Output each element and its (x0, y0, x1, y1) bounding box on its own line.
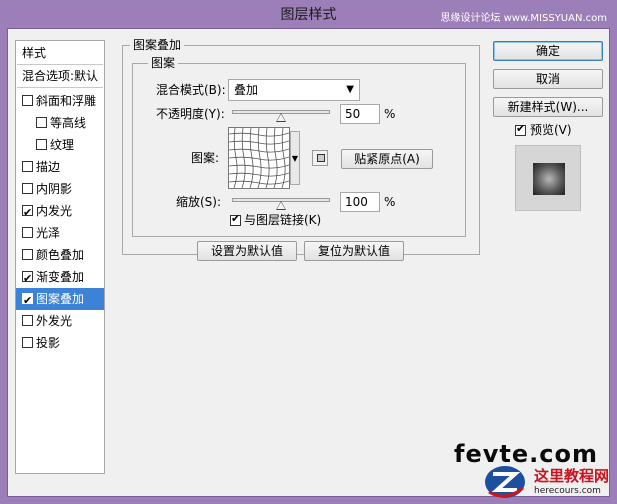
style-item-gradient-overlay[interactable]: 渐变叠加 (16, 266, 104, 288)
style-item-color-overlay[interactable]: 颜色叠加 (16, 244, 104, 266)
reset-default-button[interactable]: 复位为默认值 (304, 241, 404, 261)
pattern-overlay-title: 图案叠加 (130, 38, 185, 52)
title-bar[interactable]: 图层样式 思缘设计论坛 www.MISSYUAN.com (0, 0, 617, 28)
site-url-watermark: herecours.com (534, 486, 601, 496)
checkbox[interactable] (22, 315, 33, 326)
style-item-contour[interactable]: 等高线 (16, 112, 104, 134)
style-item-stroke[interactable]: 描边 (16, 156, 104, 178)
chevron-down-icon: ▼ (346, 84, 354, 95)
scale-slider-thumb[interactable] (276, 201, 286, 210)
checkbox[interactable] (22, 95, 33, 106)
pattern-dropdown-button[interactable]: ▼ (290, 131, 300, 185)
dialog-window: 图层样式 思缘设计论坛 www.MISSYUAN.com 样式 混合选项:默认 … (0, 0, 617, 504)
style-item-outer-glow[interactable]: 外发光 (16, 310, 104, 332)
style-item-inner-glow[interactable]: 内发光 (16, 200, 104, 222)
styles-header[interactable]: 样式 (16, 42, 104, 64)
style-item-pattern-overlay[interactable]: 图案叠加 (16, 288, 104, 310)
checkbox[interactable] (22, 337, 33, 348)
style-item-inner-shadow[interactable]: 内阴影 (16, 178, 104, 200)
blend-mode-label: 混合模式(B): (156, 83, 226, 97)
scale-percent-sign: % (384, 195, 396, 209)
cancel-button[interactable]: 取消 (493, 69, 603, 89)
checkbox[interactable] (22, 249, 33, 260)
pattern-preview-icon (229, 128, 289, 188)
checkbox-checked[interactable] (22, 202, 33, 222)
style-item-drop-shadow[interactable]: 投影 (16, 332, 104, 354)
checkbox[interactable] (22, 161, 33, 172)
new-style-button[interactable]: 新建样式(W)... (493, 97, 603, 117)
snap-origin-button[interactable]: 贴紧原点(A) (341, 149, 433, 169)
preview-label: 预览(V) (530, 123, 572, 137)
checkbox[interactable] (22, 183, 33, 194)
make-default-button[interactable]: 设置为默认值 (197, 241, 297, 261)
pattern-swatch[interactable] (228, 127, 290, 189)
site-cn-watermark: 这里教程网 (534, 467, 610, 485)
styles-list: 样式 混合选项:默认 斜面和浮雕 等高线 纹理 描边 内阴影 ✔ 内发光 光泽 … (15, 40, 105, 474)
checkbox-checked[interactable] (22, 290, 33, 310)
style-item-bevel-emboss[interactable]: 斜面和浮雕 (16, 90, 104, 112)
checkbox[interactable] (36, 117, 47, 128)
scale-input[interactable]: 100 (340, 192, 380, 212)
divider (17, 87, 103, 88)
ok-button[interactable]: 确定 (493, 41, 603, 61)
opacity-percent-sign: % (384, 107, 396, 121)
pattern-label: 图案: (191, 151, 220, 165)
new-preset-button[interactable] (312, 150, 328, 166)
pattern-group-title: 图案 (148, 56, 179, 70)
dialog-client: 样式 混合选项:默认 斜面和浮雕 等高线 纹理 描边 内阴影 ✔ 内发光 光泽 … (7, 28, 610, 497)
style-item-texture[interactable]: 纹理 (16, 134, 104, 156)
link-with-layer-label: 与图层链接(K) (244, 213, 322, 227)
opacity-input[interactable]: 50 (340, 104, 380, 124)
checkbox[interactable] (36, 139, 47, 150)
site-logo-icon (485, 466, 525, 498)
link-with-layer-checkbox[interactable] (230, 212, 241, 226)
preview-swatch (533, 163, 565, 195)
preview-checkbox[interactable] (515, 122, 526, 136)
style-item-satin[interactable]: 光泽 (16, 222, 104, 244)
blend-options-item[interactable]: 混合选项:默认 (16, 65, 104, 87)
top-watermark: 思缘设计论坛 www.MISSYUAN.com (440, 13, 607, 24)
checkbox[interactable] (22, 227, 33, 238)
scale-label: 缩放(S): (176, 195, 222, 209)
blend-mode-select[interactable]: 叠加 ▼ (228, 79, 360, 101)
opacity-label: 不透明度(Y): (156, 107, 225, 121)
checkbox-checked[interactable] (22, 268, 33, 288)
opacity-slider-thumb[interactable] (276, 113, 286, 122)
chevron-down-icon: ▼ (291, 154, 299, 163)
style-preview-thumbnail (515, 145, 581, 211)
